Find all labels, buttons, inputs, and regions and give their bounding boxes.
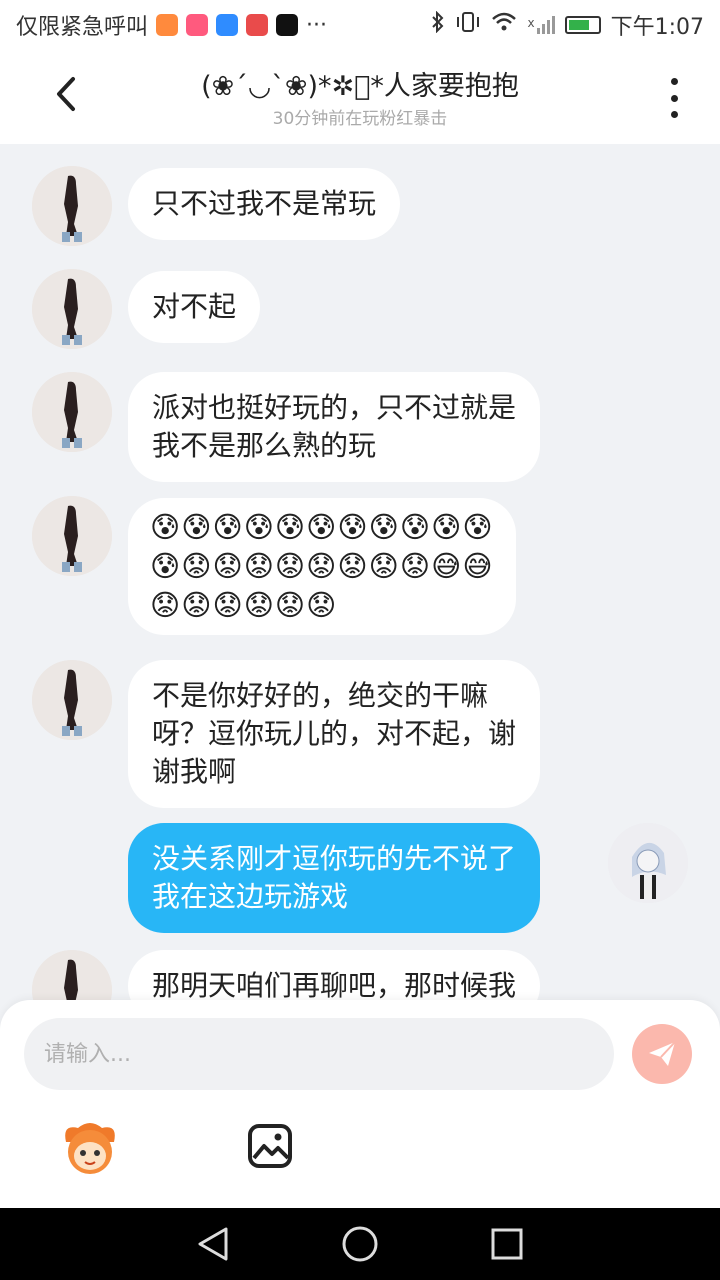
- contact-avatar[interactable]: [32, 950, 112, 1004]
- nav-home-button[interactable]: [335, 1219, 385, 1269]
- tiktok-icon: [276, 14, 299, 36]
- my-message-bubble[interactable]: 没关系刚才逗你玩的先不说了 我在这边玩游戏: [128, 823, 541, 933]
- message-bubble[interactable]: 只不过我不是常玩: [128, 168, 401, 240]
- app-icon-orange: [156, 14, 179, 36]
- contact-avatar[interactable]: [32, 372, 112, 452]
- signal-icon: x: [527, 16, 555, 34]
- message-bubble[interactable]: 那明天咱们再聊吧，那时候我: [128, 950, 541, 1004]
- system-nav-bar: [0, 1208, 720, 1280]
- message-line: 不是你好好的，绝交的干嘛: [152, 679, 489, 712]
- bluetooth-icon: [431, 10, 445, 39]
- status-bar: 仅限紧急呼叫 ··· x 下午1:07: [0, 0, 720, 50]
- mascot-face-icon: [65, 1123, 115, 1174]
- contact-avatar[interactable]: [32, 269, 112, 349]
- chat-header: (❀´◡`❀)*✲ﾟ*人家要抱抱 30分钟前在玩粉红暴击: [0, 50, 720, 144]
- message-bubble[interactable]: 派对也挺好玩的，只不过就是 我不是那么熟的玩: [128, 372, 541, 482]
- emoji-line: 😰😰😰😰😰😰😰😰😰😰😰: [150, 510, 494, 544]
- composer: [0, 1000, 720, 1208]
- contact-avatar[interactable]: [32, 166, 112, 246]
- carrier-text: 仅限紧急呼叫: [16, 15, 149, 40]
- message-line: 我不是那么熟的玩: [152, 429, 377, 462]
- message-bubble[interactable]: 不是你好好的，绝交的干嘛 呀？逗你玩儿的，对不起，谢 谢我啊: [128, 660, 541, 808]
- contact-avatar[interactable]: [32, 660, 112, 740]
- vibrate-icon: [455, 11, 481, 39]
- emoji-button[interactable]: [60, 1118, 120, 1178]
- clock: 下午1:07: [610, 15, 704, 40]
- send-icon: [649, 1041, 676, 1066]
- message-line: 派对也挺好玩的，只不过就是: [152, 391, 517, 424]
- recents-square-icon: [491, 1228, 523, 1260]
- home-circle-icon: [342, 1226, 378, 1262]
- more-vertical-icon: [670, 78, 678, 85]
- send-button[interactable]: [632, 1024, 692, 1084]
- more-notifications: ···: [306, 12, 327, 38]
- contact-avatar[interactable]: [32, 496, 112, 576]
- wifi-icon: [491, 11, 517, 39]
- back-triangle-icon: [198, 1227, 228, 1261]
- nav-back-button[interactable]: [188, 1219, 238, 1269]
- contact-name: (❀´◡`❀)*✲ﾟ*人家要抱抱: [201, 71, 519, 102]
- signal-x: x: [527, 16, 535, 30]
- more-button[interactable]: [658, 78, 690, 118]
- message-list[interactable]: 只不过我不是常玩 对不起 派对也挺好玩的，只不过就是 我不是那么熟的玩 😰😰😰😰…: [0, 144, 720, 1004]
- emoji-line: 😟😟😟😟😟😟: [150, 588, 338, 622]
- message-line: 呀？逗你玩儿的，对不起，谢: [152, 717, 517, 750]
- message-line: 谢我啊: [152, 755, 237, 788]
- emoji-line: 😰😟😟😟😟😟😟😟😟😅😅: [150, 549, 494, 583]
- image-icon: [248, 1124, 292, 1168]
- my-avatar[interactable]: [608, 823, 688, 903]
- message-line: 我在这边玩游戏: [152, 880, 349, 913]
- contact-status: 30分钟前在玩粉红暴击: [272, 109, 448, 129]
- image-button[interactable]: [246, 1122, 294, 1170]
- nav-recents-button[interactable]: [482, 1219, 532, 1269]
- battery-icon: [564, 16, 601, 34]
- app-icon-red: [246, 14, 269, 36]
- app-icon-pink: [186, 14, 209, 36]
- message-line: 没关系刚才逗你玩的先不说了: [152, 842, 517, 875]
- app-icon-blue: [216, 14, 239, 36]
- message-input[interactable]: [24, 1018, 614, 1090]
- emoji-message-bubble[interactable]: 😰😰😰😰😰😰😰😰😰😰😰 😰😟😟😟😟😟😟😟😟😅😅 😟😟😟😟😟😟: [128, 498, 516, 635]
- message-bubble[interactable]: 对不起: [128, 271, 261, 343]
